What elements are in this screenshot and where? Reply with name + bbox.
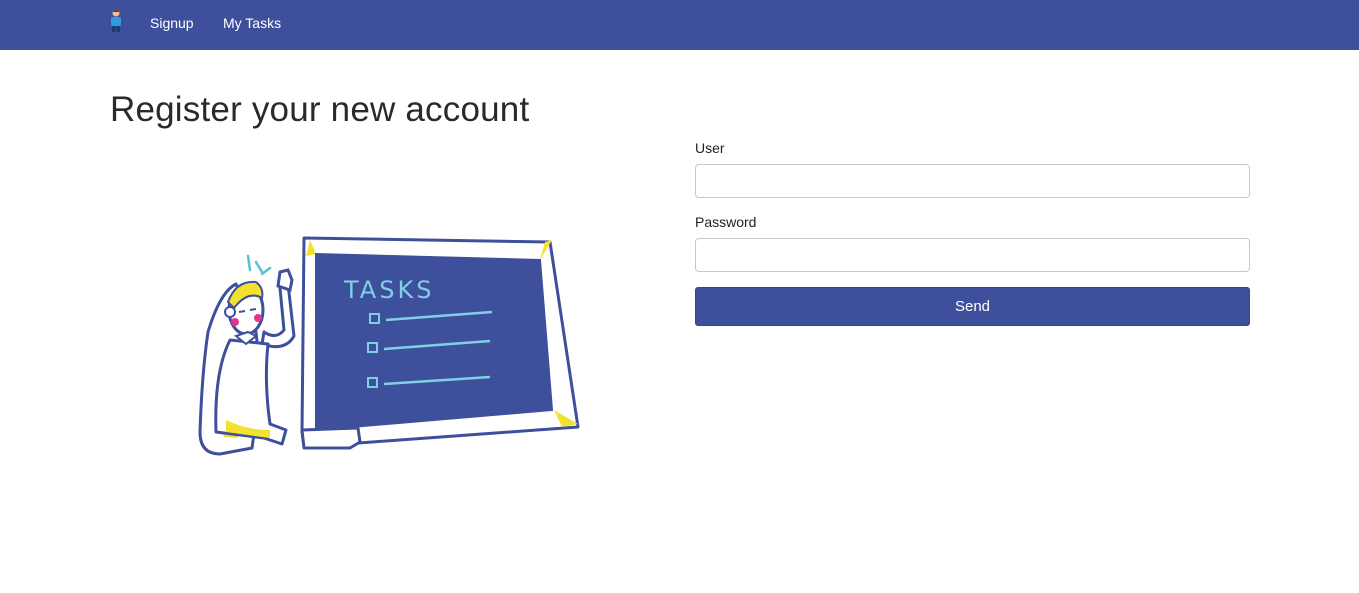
- brand-logo-icon[interactable]: [106, 8, 126, 34]
- user-label: User: [695, 140, 725, 156]
- board-tasks-text: TASKS: [343, 276, 434, 304]
- send-button[interactable]: Send: [695, 287, 1250, 326]
- password-label: Password: [695, 214, 757, 230]
- nav-link-my-tasks[interactable]: My Tasks: [223, 14, 281, 32]
- password-input[interactable]: [695, 238, 1250, 272]
- user-input[interactable]: [695, 164, 1250, 198]
- tasks-board-illustration: TASKS: [198, 236, 580, 456]
- nav-link-signup[interactable]: Signup: [150, 14, 194, 32]
- top-navbar: Signup My Tasks: [0, 0, 1359, 50]
- page-title: Register your new account: [110, 90, 530, 129]
